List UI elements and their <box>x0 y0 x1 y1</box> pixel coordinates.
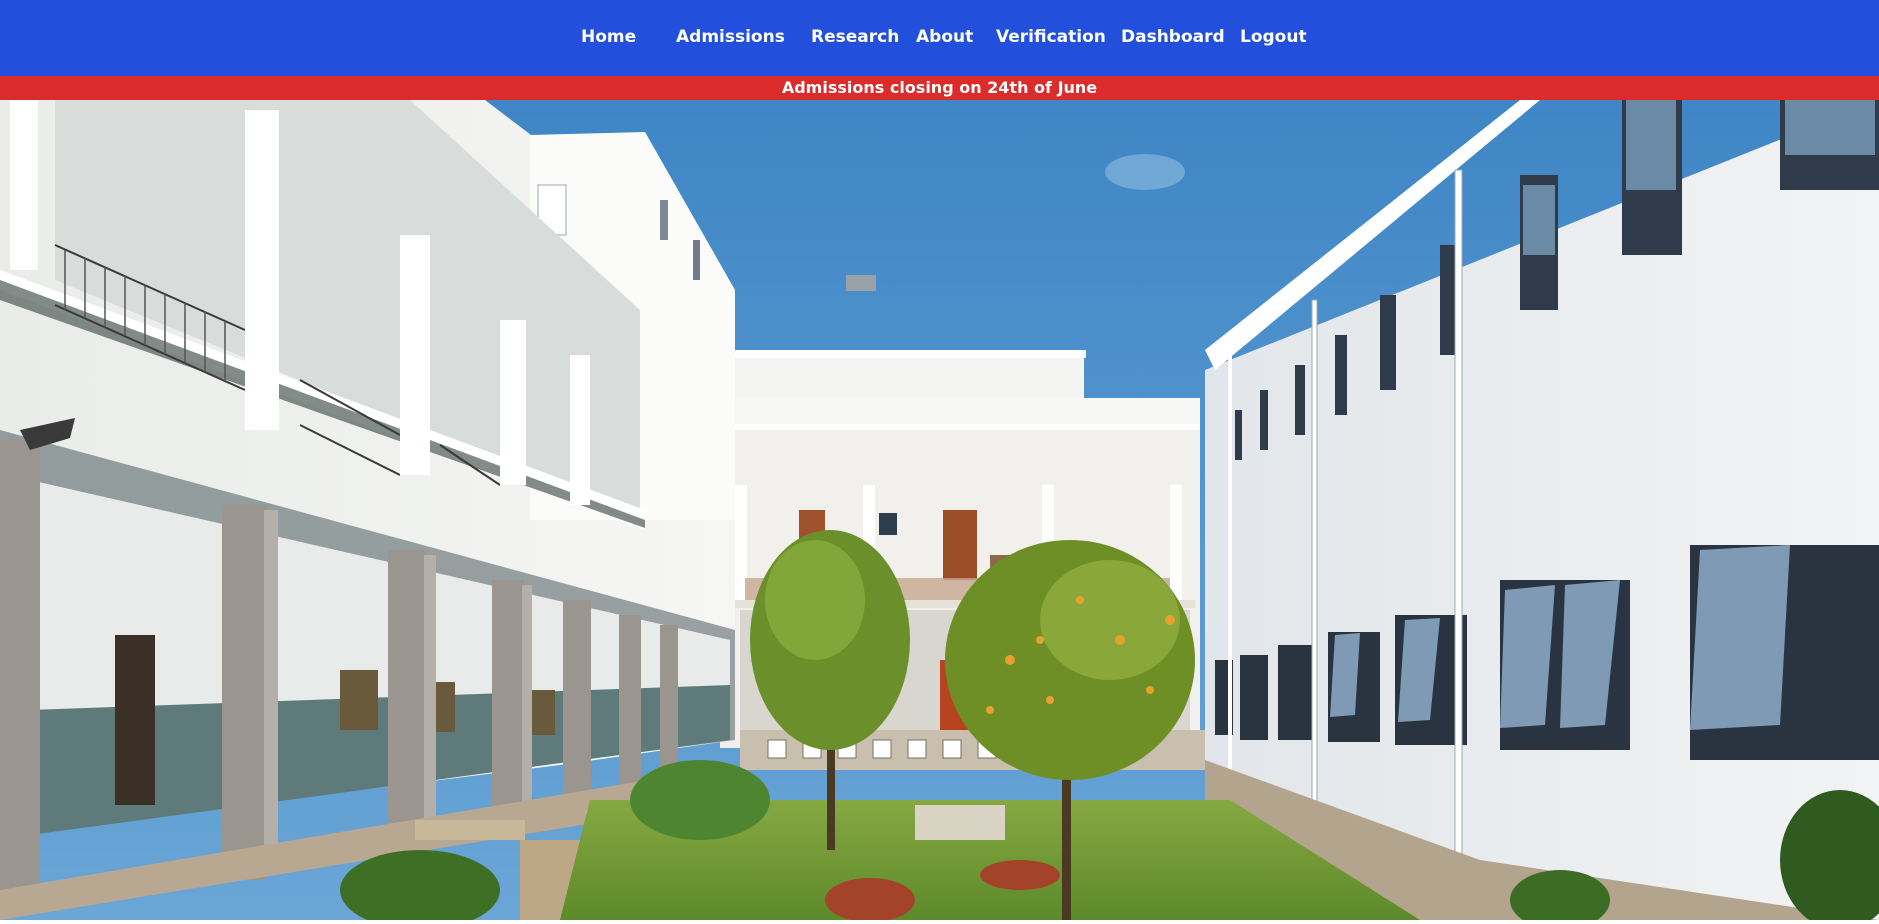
nav-logout[interactable]: Logout <box>1240 26 1307 48</box>
nav-dashboard[interactable]: Dashboard <box>1121 26 1225 48</box>
nav-home[interactable]: Home <box>581 26 636 48</box>
campus-courtyard-photo-icon <box>0 100 1879 920</box>
admissions-banner: Admissions closing on 24th of June <box>0 76 1879 100</box>
hero-image <box>0 100 1879 920</box>
nav-verification[interactable]: Verification <box>996 26 1106 48</box>
nav-admissions[interactable]: Admissions <box>676 26 785 48</box>
nav-about[interactable]: About <box>916 26 973 48</box>
top-navbar: Home Admissions Research About Verificat… <box>0 0 1879 76</box>
page-bottom-edge <box>0 920 1879 924</box>
nav-research[interactable]: Research <box>811 26 899 48</box>
